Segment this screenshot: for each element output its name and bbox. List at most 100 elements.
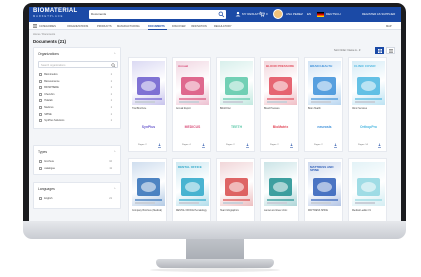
document-thumbnail[interactable] (132, 162, 165, 206)
download-icon[interactable] (245, 143, 250, 148)
sort-order-select[interactable]: Sort Order: Name A - Z (334, 49, 361, 52)
checkbox[interactable] (39, 119, 43, 123)
organization-logo[interactable]: TEETH (220, 121, 253, 133)
document-thumbnail[interactable]: MATTRESS AND SPINE (308, 162, 341, 206)
nav-categories[interactable]: CATEGORIES (39, 25, 56, 28)
checkbox[interactable] (39, 166, 43, 170)
checkbox[interactable] (39, 79, 43, 83)
nav-documents[interactable]: DOCUMENTS (148, 25, 165, 28)
document-title[interactable]: Bifold Flier (220, 108, 254, 111)
filter-option[interactable]: English 21 (39, 196, 117, 201)
document-title[interactable]: Clinic Services (352, 108, 386, 111)
language-select[interactable]: EN (307, 12, 311, 16)
nav-products[interactable]: PRODUCTS (97, 25, 112, 28)
filter-option[interactable]: BIOSPHERE 1 (39, 85, 117, 90)
filter-option[interactable]: Hdwtab 1 (39, 98, 117, 103)
document-card[interactable]: MATTRESS AND SPINE MATTRESS SPINE (304, 158, 343, 221)
download-icon[interactable] (377, 143, 382, 148)
checkbox[interactable] (39, 92, 43, 96)
document-title[interactable]: MATTRESS SPINE (308, 210, 342, 213)
chevron-up-icon[interactable]: ⌃ (113, 150, 116, 154)
document-card[interactable]: Trial Brochure SynPlus Pages: 2 (128, 57, 167, 152)
document-card[interactable]: Lancet and lower clinic (260, 158, 299, 221)
chevron-up-icon[interactable]: ⌃ (113, 52, 116, 56)
checkbox[interactable] (39, 86, 43, 90)
document-title[interactable]: Medical Leaflet V1 (352, 210, 386, 213)
document-thumbnail[interactable] (220, 162, 253, 206)
checkbox[interactable] (39, 105, 43, 110)
document-title[interactable]: DENTAL OFFICE Hematology (176, 210, 210, 213)
document-card[interactable]: BLOOD PRESSURE Blood Pressure BioMatrix … (260, 57, 299, 152)
download-icon[interactable] (157, 143, 162, 148)
organization-logo[interactable]: SynPlus (132, 121, 165, 133)
nav-manufacturing[interactable]: MANUFACTURING (117, 25, 140, 28)
document-thumbnail[interactable]: BRAIN HEALTH (308, 61, 341, 105)
document-thumbnail[interactable] (220, 61, 253, 105)
filter-option[interactable]: SPINE 1 (39, 112, 117, 117)
register-supplier-link[interactable]: REGISTER AS SUPPLIER (362, 12, 395, 16)
checkbox[interactable] (39, 112, 43, 116)
search-icon[interactable] (218, 11, 225, 18)
cart-icon[interactable] (259, 11, 265, 17)
organization-search-input[interactable]: Search organizations (38, 61, 118, 68)
nav-regulatory[interactable]: REGULATORY (214, 25, 232, 28)
nav-innovation[interactable]: INNOVATION (191, 25, 207, 28)
list-view-button[interactable] (386, 47, 395, 54)
document-title[interactable]: Company Brochure (Medical) (132, 210, 166, 213)
checkbox[interactable] (39, 196, 43, 201)
chevron-up-icon[interactable]: ⌃ (113, 187, 116, 191)
document-thumbnail[interactable]: CLINIC COVER (352, 61, 385, 105)
document-card[interactable]: Annual Annual Report MEDICUS Pages: 4 (172, 57, 211, 152)
user-name[interactable]: ANA PEREZ (286, 12, 303, 16)
avatar[interactable] (273, 9, 283, 19)
document-card[interactable]: CLINIC COVER Clinic Services OrthopPro P… (348, 57, 387, 152)
user-results-icon[interactable] (235, 11, 241, 17)
document-card[interactable]: Medical Leaflet V1 (348, 158, 387, 221)
document-thumbnail[interactable]: DENTAL OFFICE (176, 162, 209, 206)
document-title[interactable]: Heart Infographics (220, 210, 254, 213)
filter-option[interactable]: Bioresonance 1 (39, 79, 117, 84)
download-icon[interactable] (289, 143, 294, 148)
document-title[interactable]: Blood Pressure (264, 108, 298, 111)
filter-option[interactable]: Biomimetics 1 (39, 72, 117, 77)
filter-option[interactable]: Medicus 1 (39, 105, 117, 110)
document-card[interactable]: Heart Infographics (216, 158, 255, 221)
download-icon[interactable] (333, 143, 338, 148)
filter-option[interactable]: Cherubin 1 (39, 92, 117, 97)
document-title[interactable]: Trial Brochure (132, 108, 166, 111)
document-card[interactable]: Company Brochure (Medical) (128, 158, 167, 221)
search-icon[interactable] (111, 62, 116, 68)
search-category-select[interactable]: Documents (91, 12, 106, 16)
document-title[interactable]: Annual Report (176, 108, 210, 111)
organization-logo[interactable]: MEDICUS (176, 121, 209, 133)
document-thumbnail[interactable]: Annual (176, 61, 209, 105)
document-card[interactable]: DENTAL OFFICE DENTAL OFFICE Hematology (172, 158, 211, 221)
filter-option[interactable]: catalogue 11 (39, 166, 117, 171)
nav-organizations[interactable]: ORGANIZATIONS (67, 25, 88, 28)
organization-logo[interactable]: OrthopPro (352, 121, 385, 133)
organization-logo[interactable]: neurosis (308, 121, 341, 133)
document-thumbnail[interactable]: BLOOD PRESSURE (264, 61, 297, 105)
filter-option[interactable]: SynPlus Solutions 1 (39, 118, 117, 123)
nav-map[interactable]: MAP (386, 25, 392, 28)
grid-view-button[interactable] (375, 47, 384, 54)
menu-icon[interactable] (33, 24, 37, 28)
filter-option[interactable]: brochure 10 (39, 159, 117, 164)
document-title[interactable]: Brain Health (308, 108, 342, 111)
download-icon[interactable] (201, 143, 206, 148)
document-thumbnail[interactable] (352, 162, 385, 206)
search-bar[interactable]: Documents (89, 10, 226, 19)
document-title[interactable]: Lancet and lower clinic (264, 210, 298, 213)
document-thumbnail[interactable] (132, 61, 165, 105)
checkbox[interactable] (39, 99, 43, 103)
breadcrumb[interactable]: Home / Documents (33, 33, 55, 36)
document-thumbnail[interactable] (264, 162, 297, 206)
organization-logo[interactable]: BioMatrix (264, 121, 297, 133)
document-card[interactable]: Bifold Flier TEETH Pages: 2 (216, 57, 255, 152)
checkbox[interactable] (39, 159, 43, 164)
site-logo[interactable]: BIOMATERIAL (33, 8, 78, 14)
document-card[interactable]: BRAIN HEALTH Brain Health neurosis Pages… (304, 57, 343, 152)
nav-discover[interactable]: DISCOVER (172, 25, 186, 28)
checkbox[interactable] (39, 72, 43, 77)
country-select[interactable]: DEUTSCH (326, 12, 341, 16)
